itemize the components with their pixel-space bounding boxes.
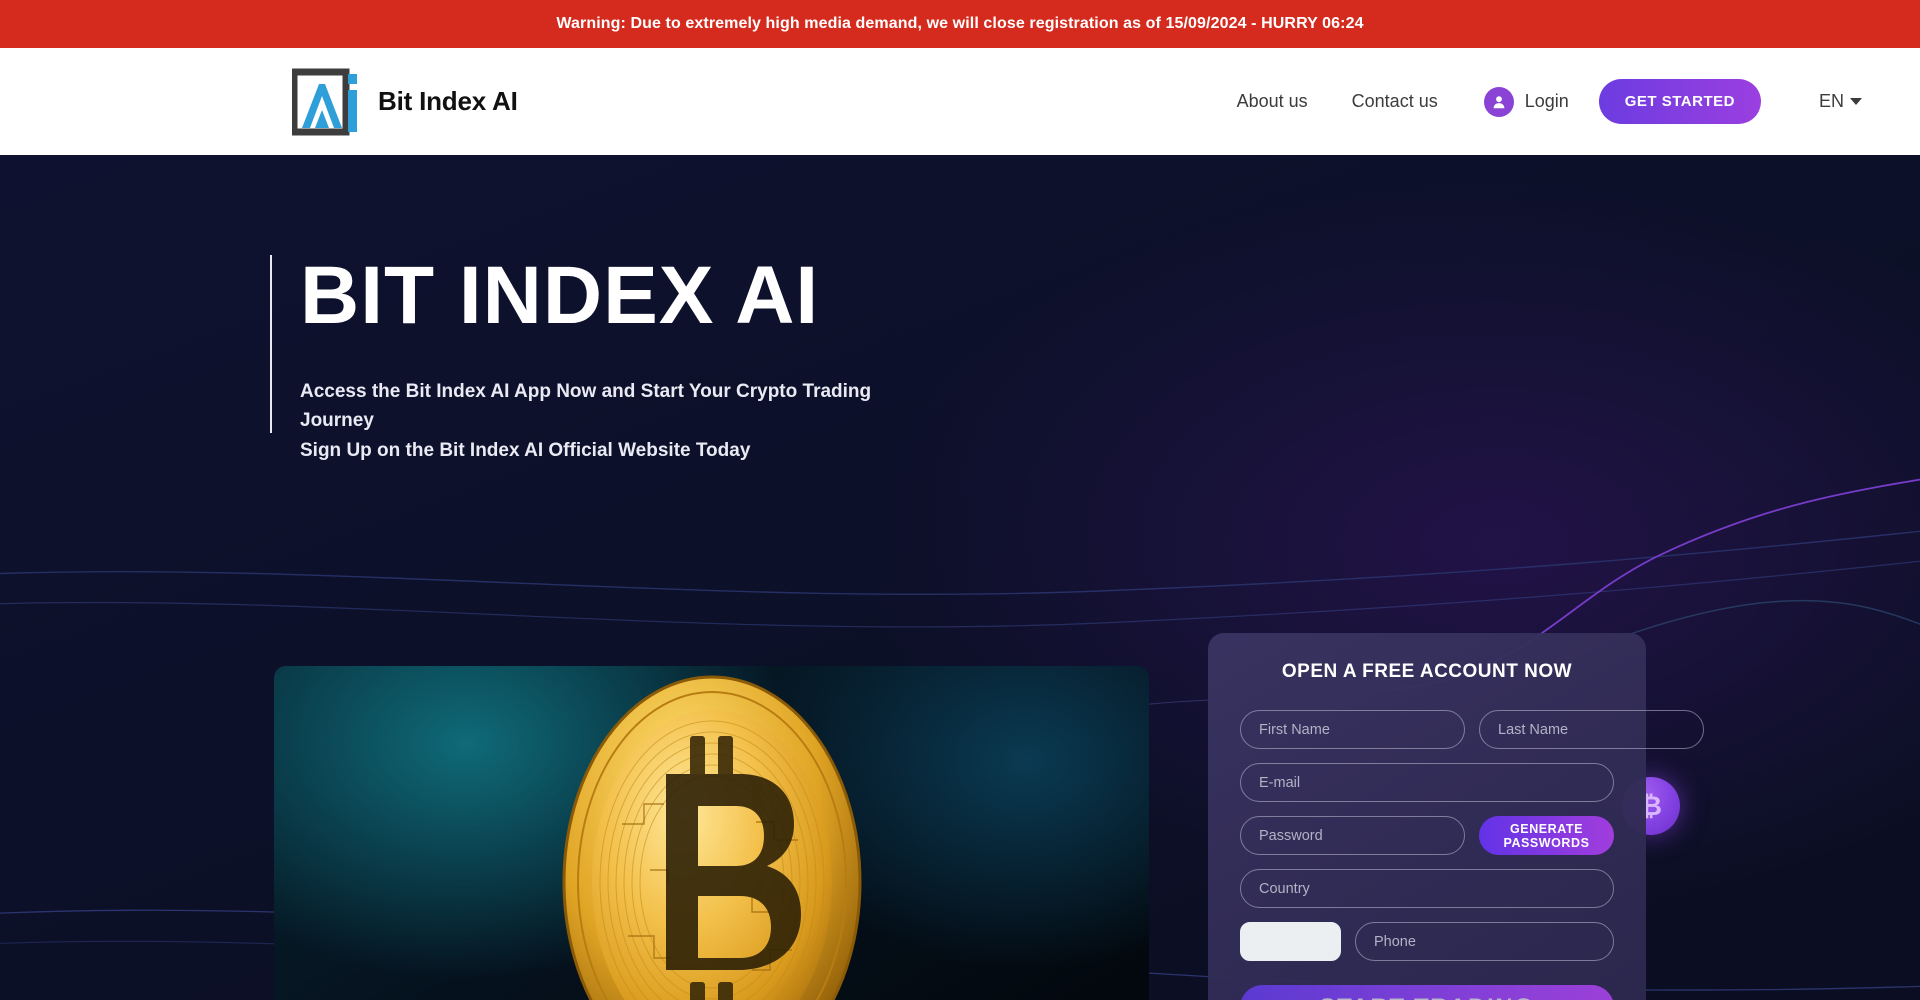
hero-subtitle-line-2: Sign Up on the Bit Index AI Official Web… (300, 439, 751, 461)
login-label: Login (1524, 91, 1569, 111)
country-row (1240, 869, 1614, 908)
last-name-input[interactable] (1479, 710, 1704, 749)
signup-form: OPEN A FREE ACCOUNT NOW GENERATE PASSWOR… (1208, 633, 1704, 1000)
signup-form-title: OPEN A FREE ACCOUNT NOW (1281, 661, 1573, 682)
login-button[interactable]: Login (1483, 86, 1569, 117)
language-selector[interactable]: EN (1819, 91, 1862, 112)
chevron-down-icon (1850, 98, 1862, 105)
hero-section: BIT INDEX AI Access the Bit Index AI App… (0, 155, 1920, 1000)
generate-passwords-button[interactable]: GENERATE PASSWORDS (1479, 816, 1614, 855)
brand-logo[interactable]: Bit Index AI (290, 66, 518, 138)
country-code-selector[interactable] (1240, 922, 1341, 961)
phone-input[interactable] (1355, 922, 1614, 961)
get-started-button[interactable]: GET STARTED (1598, 79, 1761, 124)
warning-banner: Warning: Due to extremely high media dem… (0, 0, 1920, 48)
start-trading-button[interactable]: START TRADING (1240, 985, 1614, 1000)
hero-coin-image (274, 666, 1149, 1000)
hero-copy: BIT INDEX AI Access the Bit Index AI App… (270, 255, 940, 465)
name-row (1240, 710, 1704, 749)
site-header: Bit Index AI About us Contact us Login G… (0, 48, 1920, 155)
email-row (1240, 763, 1614, 802)
nav-item-about-us[interactable]: About us (1237, 91, 1308, 112)
user-avatar-icon (1483, 86, 1514, 117)
ai-monogram-logo-icon (290, 66, 364, 138)
password-row: GENERATE PASSWORDS (1240, 816, 1614, 855)
email-input[interactable] (1240, 763, 1614, 802)
brand-name: Bit Index AI (378, 86, 518, 116)
warning-banner-text: Warning: Due to extremely high media dem… (556, 15, 1364, 32)
password-input[interactable] (1240, 816, 1465, 855)
bitcoin-coin-icon (562, 675, 861, 1000)
phone-row (1240, 922, 1614, 961)
language-selector-value: EN (1818, 91, 1844, 111)
page-title: BIT INDEX AI (300, 250, 820, 341)
first-name-input[interactable] (1240, 710, 1465, 749)
country-input[interactable] (1240, 869, 1614, 908)
nav-item-contact-us[interactable]: Contact us (1352, 91, 1438, 112)
hero-accent-bar (270, 255, 272, 433)
main-nav: About us Contact us Login GET STARTED EN (1193, 79, 1862, 124)
hero-subtitle-line-1: Access the Bit Index AI App Now and Star… (300, 381, 872, 432)
hero-subtitle: Access the Bit Index AI App Now and Star… (300, 377, 940, 465)
